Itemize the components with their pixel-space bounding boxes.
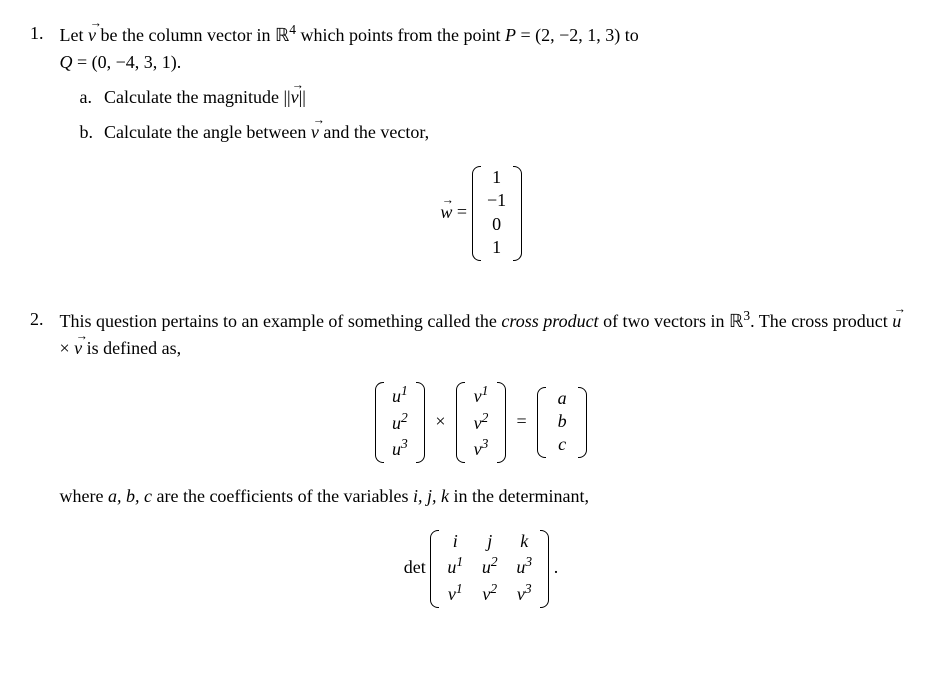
matrix-cell: v2 [475,580,505,606]
matrix-cell: 0 [482,213,512,236]
text: . The cross product [750,311,892,331]
equation-determinant: det i j k u1 u2 u3 v1 v2 [60,530,903,608]
problem-1: 1. Let v be the column vector in ℝ4 whic… [30,20,903,281]
text: in the determinant, [449,486,589,506]
equals: = [452,202,471,222]
text: is defined as, [82,338,181,358]
text: be the column vector in [96,25,275,45]
vector-u: u [892,308,901,335]
matrix-cell: 1 [482,166,512,189]
term-cross-product: cross product [501,311,598,331]
equals: = [517,411,527,431]
problem-body: Let v be the column vector in ℝ4 which p… [60,20,903,281]
text: of two vectors in [599,311,729,331]
equation-cross-product: u1 u2 u3 × v1 v2 v3 = a b c [60,382,903,463]
matrix-cell: a [547,387,577,410]
matrix-cell: v1 [440,580,470,606]
text: and the vector, [319,122,429,142]
matrix-cell: −1 [482,189,512,212]
sub-item-a: a. Calculate the magnitude ||v|| [80,84,903,111]
matrix-cell: b [547,410,577,433]
equation-w: w = 1 −1 0 1 [60,166,903,261]
matrix-cell: 1 [482,236,512,259]
text: This question pertains to an example of … [60,311,502,331]
problem-number: 1. [30,20,55,47]
times-operator: × [60,338,75,358]
matrix-cell: k [509,530,539,553]
matrix-cell: u1 [385,382,415,408]
matrix-cell: v3 [509,580,539,606]
matrix-cell: u2 [385,409,415,435]
column-vector: 1 −1 0 1 [472,166,522,261]
column-vector-v: v1 v2 v3 [456,382,506,463]
column-vector-u: u1 u2 u3 [375,382,425,463]
vector-v: v [311,119,319,146]
det-label: det [404,557,426,577]
matrix-cell: c [547,433,577,456]
matrix-cell: v2 [466,409,496,435]
column-vector-result: a b c [537,387,587,459]
point-P: P [505,25,516,45]
determinant-matrix: i j k u1 u2 u3 v1 v2 v3 [430,530,549,608]
real-symbol: ℝ [275,25,289,45]
sub-label: b. [80,119,100,146]
sub-item-b: b. Calculate the angle between v and the… [80,119,903,146]
point-Q: Q [60,52,73,72]
norm-open: || [283,87,290,107]
problem-2: 2. This question pertains to an example … [30,306,903,628]
text: Let [60,25,89,45]
text: are the coefficients of the variables [152,486,413,506]
matrix-cell: v3 [466,435,496,461]
text: Calculate the magnitude [104,87,283,107]
matrix-cell: u3 [509,553,539,579]
matrix-cell: j [475,530,505,553]
variables-abc: a, b, c [108,486,152,506]
vector-v: v [291,84,299,111]
sub-label: a. [80,84,100,111]
text: = (2, −2, 1, 3) to [516,25,639,45]
matrix-cell: v1 [466,382,496,408]
superscript: 4 [289,22,296,37]
text: Calculate the angle between [104,122,311,142]
vector-v: v [88,22,96,49]
times-operator: × [435,411,445,431]
real-symbol: ℝ [729,311,743,331]
matrix-cell: u2 [475,553,505,579]
matrix-cell: u3 [385,435,415,461]
problem-body: This question pertains to an example of … [60,306,903,628]
matrix-cell: u1 [440,553,470,579]
vector-v: v [74,335,82,362]
text: = (0, −4, 3, 1). [73,52,182,72]
vector-w: w [440,199,452,226]
period: . [554,557,559,577]
text: where [60,486,108,506]
variables-ijk: i, j, k [413,486,449,506]
matrix-cell: i [440,530,470,553]
problem-number: 2. [30,306,55,333]
text: which points from the point [296,25,505,45]
